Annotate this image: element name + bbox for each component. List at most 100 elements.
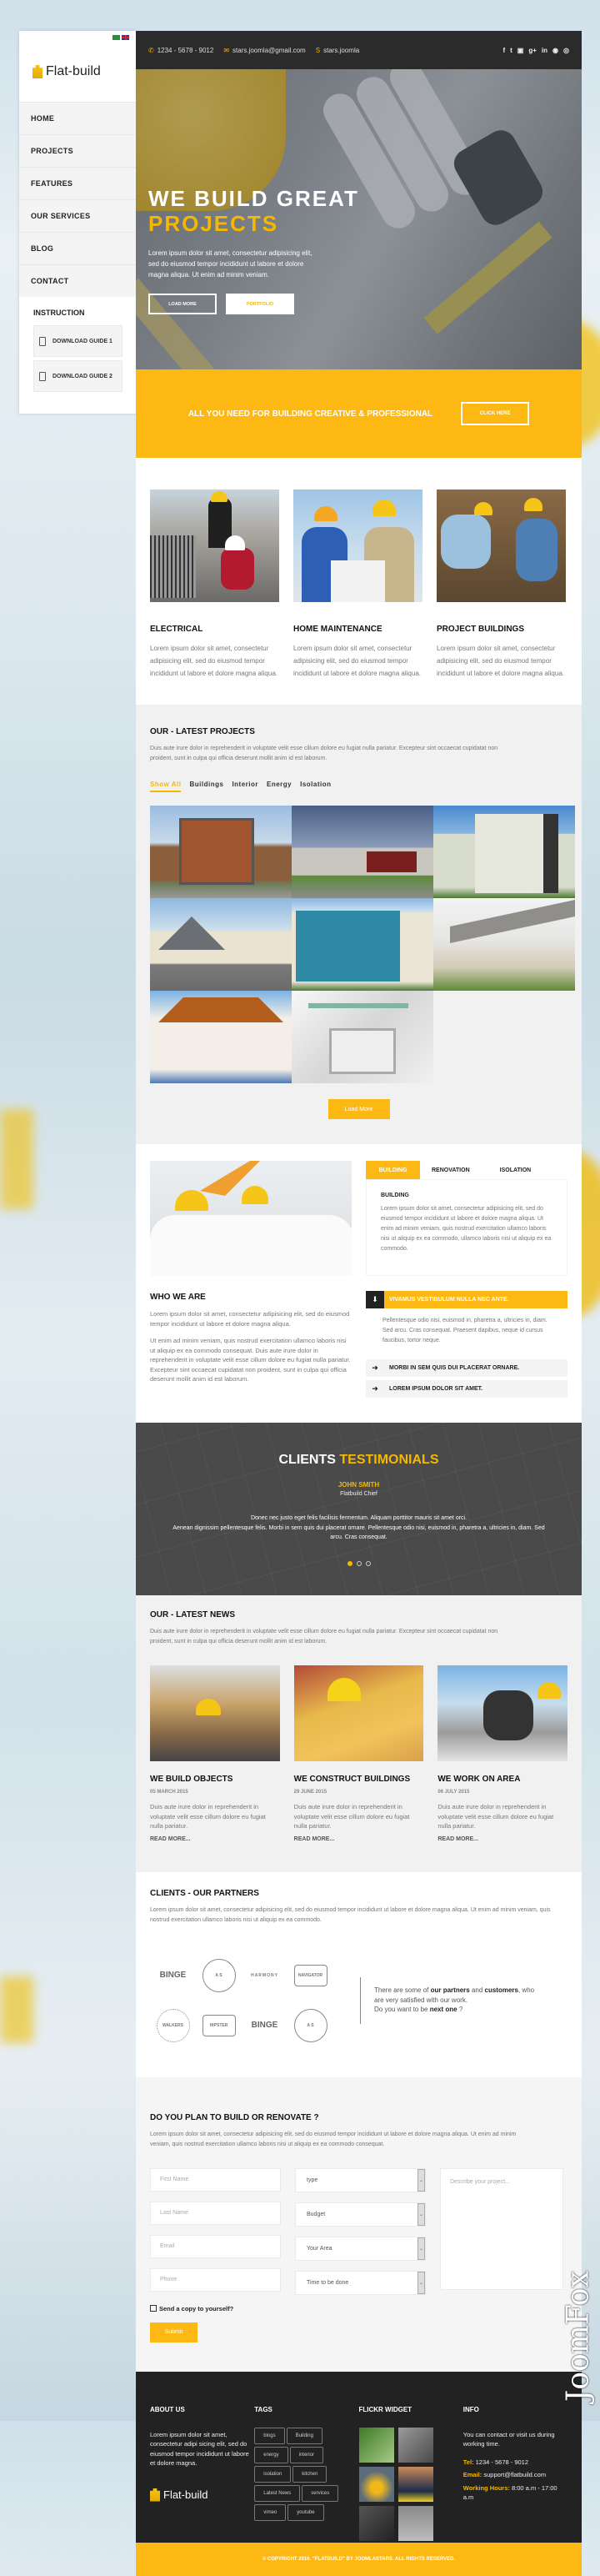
click-here-button[interactable]: CLICK HERE bbox=[461, 402, 530, 425]
partner-logo[interactable]: NAVIGATOR bbox=[288, 1951, 333, 2001]
text-part: There are some of bbox=[374, 1986, 431, 1995]
nav-home[interactable]: HOME bbox=[19, 102, 136, 134]
flag-english-icon[interactable] bbox=[122, 35, 129, 40]
tag[interactable]: interior bbox=[289, 2446, 323, 2463]
phone-input[interactable]: Phone bbox=[150, 2267, 281, 2292]
accordion-item-2[interactable]: ➜ MORBI IN SEM QUIS DUI PLACERAT ORNARE. bbox=[366, 1359, 568, 1377]
news-image[interactable] bbox=[438, 1665, 568, 1761]
partner-logo[interactable]: HARMONY bbox=[242, 1951, 288, 2001]
tag[interactable]: Latest News bbox=[254, 2484, 301, 2502]
flickr-photo[interactable] bbox=[358, 2505, 394, 2541]
partner-logo[interactable]: WALKERS bbox=[150, 2001, 196, 2051]
nav-our-services[interactable]: OUR SERVICES bbox=[19, 199, 136, 232]
project-item[interactable] bbox=[150, 806, 292, 898]
contact-email[interactable]: ✉ stars.joomla@gmail.com bbox=[223, 47, 305, 54]
describe-project-textarea[interactable]: Describe your project... bbox=[440, 2167, 563, 2290]
flag-arabic-icon[interactable] bbox=[112, 35, 120, 40]
news-title-text[interactable]: WE BUILD OBJECTS bbox=[150, 1775, 280, 1784]
filter-show-all[interactable]: Show All bbox=[150, 781, 182, 792]
tag[interactable]: vimeo bbox=[254, 2503, 287, 2521]
youtube-icon[interactable]: ▣ bbox=[518, 47, 524, 54]
nav-blog[interactable]: BLOG bbox=[19, 232, 136, 264]
slider-dot-3[interactable] bbox=[365, 1560, 371, 1566]
partner-logo[interactable]: BINGE bbox=[242, 2001, 288, 2051]
accordion-item-1[interactable]: ⬇ VIVAMUS VESTIBULUM NULLA NEC ANTE. bbox=[366, 1291, 568, 1308]
pinterest-icon[interactable]: ◉ bbox=[552, 47, 558, 54]
tag[interactable]: kitchen bbox=[292, 2465, 328, 2483]
flickr-photo[interactable] bbox=[398, 2466, 433, 2502]
slider-dot-2[interactable] bbox=[356, 1560, 362, 1566]
project-item[interactable] bbox=[292, 806, 433, 898]
partner-logo[interactable]: A S bbox=[196, 1951, 242, 2001]
tag[interactable]: Building bbox=[286, 2427, 322, 2444]
download-guide-1-button[interactable]: DOWNLOAD GUIDE 1 bbox=[33, 325, 122, 357]
flickr-photo[interactable] bbox=[398, 2505, 433, 2541]
type-select[interactable]: type ⌄ bbox=[295, 2167, 426, 2192]
google-plus-icon[interactable]: g+ bbox=[528, 47, 537, 54]
flickr-photo[interactable] bbox=[398, 2427, 433, 2463]
news-image[interactable] bbox=[150, 1665, 280, 1761]
first-name-input[interactable]: First Name bbox=[150, 2167, 281, 2192]
area-select[interactable]: Your Area ⌄ bbox=[295, 2236, 426, 2261]
nav-projects[interactable]: PROJECTS bbox=[19, 134, 136, 167]
partner-logo[interactable]: BINGE bbox=[150, 1951, 196, 2001]
service-image-home-maintenance[interactable] bbox=[293, 490, 422, 602]
hero-banner: WE BUILD GREAT PROJECTS Lorem ipsum dolor… bbox=[136, 69, 582, 369]
accordion-item-3[interactable]: ➜ LOREM IPSUM DOLOR SIT AMET. bbox=[366, 1380, 568, 1398]
info-email[interactable]: Email: support@flatbuild.com bbox=[463, 2470, 568, 2480]
tag[interactable]: blogs bbox=[254, 2427, 285, 2444]
nav-features[interactable]: FEATURES bbox=[19, 167, 136, 199]
flickr-photo[interactable] bbox=[358, 2466, 394, 2502]
filter-buildings[interactable]: Buildings bbox=[189, 781, 223, 792]
project-item[interactable] bbox=[433, 806, 575, 898]
partner-logo[interactable]: HIPSTER bbox=[196, 2001, 242, 2051]
news-title-text[interactable]: WE WORK ON AREA bbox=[438, 1775, 568, 1784]
slider-dot-1[interactable] bbox=[347, 1560, 352, 1566]
time-select[interactable]: Time to be done ⌄ bbox=[295, 2270, 426, 2295]
partner-logo[interactable]: A S bbox=[288, 2001, 333, 2051]
filter-energy[interactable]: Energy bbox=[267, 781, 292, 792]
project-item[interactable] bbox=[292, 991, 433, 1083]
last-name-input[interactable]: Last Name bbox=[150, 2201, 281, 2225]
project-item[interactable] bbox=[433, 898, 575, 991]
read-more-link[interactable]: READ MORE... bbox=[150, 1836, 280, 1842]
project-item[interactable] bbox=[150, 898, 292, 991]
contact-form-section: DO YOU PLAN TO BUILD OR RENOVATE ? Lorem… bbox=[136, 2076, 582, 2372]
footer-logo[interactable]: Flat-build bbox=[150, 2488, 254, 2502]
project-item[interactable] bbox=[292, 898, 433, 991]
twitter-icon[interactable]: t bbox=[510, 47, 512, 54]
load-more-button[interactable]: LOAD MORE bbox=[148, 294, 217, 314]
news-title-text[interactable]: WE CONSTRUCT BUILDINGS bbox=[294, 1775, 424, 1784]
load-more-projects-button[interactable]: Load More bbox=[328, 1099, 390, 1119]
submit-button[interactable]: Submit bbox=[150, 2322, 198, 2343]
filter-interior[interactable]: Interior bbox=[232, 781, 258, 792]
send-copy-checkbox[interactable]: Send a copy to yourself? bbox=[150, 2305, 568, 2312]
tag[interactable]: services bbox=[302, 2484, 339, 2502]
tag[interactable]: energy bbox=[254, 2446, 288, 2463]
service-image-project-buildings[interactable] bbox=[437, 490, 566, 602]
project-item[interactable] bbox=[150, 991, 292, 1083]
read-more-link[interactable]: READ MORE... bbox=[438, 1836, 568, 1842]
facebook-icon[interactable]: f bbox=[502, 47, 505, 54]
form-title: DO YOU PLAN TO BUILD OR RENOVATE ? bbox=[150, 2112, 319, 2122]
tab-building[interactable]: BUILDING bbox=[366, 1161, 420, 1179]
tab-renovation[interactable]: RENOVATION bbox=[420, 1161, 488, 1179]
brand-logo[interactable]: Flat-build bbox=[32, 64, 101, 79]
service-image-electrical[interactable] bbox=[150, 490, 279, 602]
project-form: First Name Last Name Email Phone type ⌄ B… bbox=[150, 2167, 568, 2295]
tab-isolation[interactable]: ISOLATION bbox=[488, 1161, 543, 1179]
nav-contact[interactable]: CONTACT bbox=[19, 264, 136, 297]
contact-skype[interactable]: Sstars.joomla bbox=[316, 47, 359, 54]
budget-select[interactable]: Budget ⌄ bbox=[295, 2202, 426, 2227]
tag[interactable]: youtube bbox=[288, 2503, 324, 2521]
linkedin-icon[interactable]: in bbox=[542, 47, 548, 54]
filter-isolation[interactable]: Isolation bbox=[300, 781, 331, 792]
read-more-link[interactable]: READ MORE... bbox=[294, 1836, 424, 1842]
portfolio-button[interactable]: PORTFOLIO bbox=[226, 294, 294, 314]
download-guide-2-button[interactable]: DOWNLOAD GUIDE 2 bbox=[33, 360, 122, 392]
dribbble-icon[interactable]: ◎ bbox=[563, 47, 569, 54]
flickr-photo[interactable] bbox=[358, 2427, 394, 2463]
tag[interactable]: isolation bbox=[254, 2465, 292, 2483]
email-input[interactable]: Email bbox=[150, 2234, 281, 2258]
news-image[interactable] bbox=[293, 1665, 424, 1761]
